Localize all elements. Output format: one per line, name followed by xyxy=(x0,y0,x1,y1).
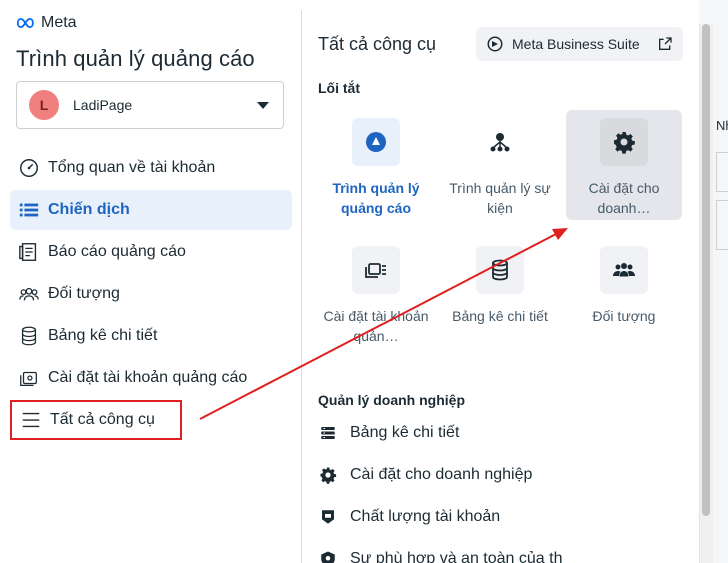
list-icon xyxy=(16,199,42,221)
sidebar-item-label: Tổng quan về tài khoản xyxy=(48,159,216,176)
sidebar-item-ad-account-settings[interactable]: Cài đặt tài khoản quảng cáo xyxy=(10,358,292,398)
safety-shield-icon xyxy=(318,549,338,563)
account-selector[interactable]: L LadiPage xyxy=(16,81,284,129)
sidebar-item-label: Cài đặt tài khoản quảng cáo xyxy=(48,369,248,386)
gear-icon xyxy=(600,118,648,166)
meta-logo[interactable]: Meta xyxy=(16,14,77,32)
list-item-label: Chất lượng tài khoản xyxy=(350,508,501,525)
gear-icon xyxy=(318,465,338,485)
billing-icon xyxy=(476,246,524,294)
ad-account-settings-icon xyxy=(352,246,400,294)
shortcut-business-settings[interactable]: Cài đặt cho doanh… xyxy=(566,110,682,220)
menu-icon xyxy=(18,409,44,431)
events-manager-icon xyxy=(476,118,524,166)
sidebar-nav: Tổng quan về tài khoản Chiến dịch Báo cá… xyxy=(10,148,292,442)
sidebar-item-all-tools[interactable]: Tất cả công cụ xyxy=(10,400,182,440)
business-suite-icon xyxy=(487,36,503,52)
shortcut-ad-account-settings[interactable]: Cài đặt tài khoản quản… xyxy=(318,238,434,348)
list-item-business-settings[interactable]: Cài đặt cho doanh nghiệp xyxy=(318,461,532,489)
billing-icon xyxy=(16,325,42,347)
meta-infinity-icon xyxy=(16,17,34,29)
shortcut-label: Đối tượng xyxy=(592,308,656,324)
list-item-label: Bảng kê chi tiết xyxy=(350,424,460,441)
sidebar-item-campaigns[interactable]: Chiến dịch xyxy=(10,190,292,230)
shortcut-label: Cài đặt tài khoản quản… xyxy=(323,308,429,344)
shortcut-label: Trình quản lý sự kiện xyxy=(449,180,551,216)
meta-business-suite-button[interactable]: Meta Business Suite xyxy=(476,27,683,61)
panel-title: Tất cả công cụ xyxy=(318,34,437,54)
sidebar-item-account-overview[interactable]: Tổng quan về tài khoản xyxy=(10,148,292,188)
panel-scrollbar-thumb[interactable] xyxy=(702,24,710,516)
shortcut-label: Trình quản lý quảng cáo xyxy=(332,180,420,216)
list-item-account-quality[interactable]: Chất lượng tài khoản xyxy=(318,503,500,531)
meta-business-suite-label: Meta Business Suite xyxy=(512,36,640,52)
page-title: Trình quản lý quảng cáo xyxy=(16,46,255,71)
shortcuts-heading: Lối tắt xyxy=(318,80,360,96)
shortcut-ads-manager[interactable]: Trình quản lý quảng cáo xyxy=(318,110,434,220)
sidebar-item-billing[interactable]: Bảng kê chi tiết xyxy=(10,316,292,356)
audience-icon xyxy=(16,283,42,305)
list-item-billing[interactable]: Bảng kê chi tiết xyxy=(318,419,459,447)
shortcut-label: Cài đặt cho doanh… xyxy=(588,180,660,216)
sidebar-item-label: Báo cáo quảng cáo xyxy=(48,243,186,260)
list-item-label: Cài đặt cho doanh nghiệp xyxy=(350,466,533,483)
ads-manager-icon xyxy=(352,118,400,166)
shield-icon xyxy=(318,507,338,527)
sidebar-item-label: Đối tượng xyxy=(48,285,120,302)
shortcut-billing[interactable]: Bảng kê chi tiết xyxy=(442,238,558,348)
report-icon xyxy=(16,241,42,263)
audience-icon xyxy=(600,246,648,294)
background-control-2 xyxy=(716,200,728,250)
list-item-label: Sự phù hợp và an toàn của th xyxy=(350,550,563,563)
business-management-heading: Quản lý doanh nghiệp xyxy=(318,392,465,408)
sidebar-item-audiences[interactable]: Đối tượng xyxy=(10,274,292,314)
sidebar-item-label: Tất cả công cụ xyxy=(50,411,155,428)
background-partial-text: Nh xyxy=(716,118,728,133)
shortcut-audiences[interactable]: Đối tượng xyxy=(566,238,682,348)
billing-icon xyxy=(318,423,338,443)
ad-account-settings-icon xyxy=(16,367,42,389)
shortcut-events-manager[interactable]: Trình quản lý sự kiện xyxy=(442,110,558,220)
list-item-brand-safety[interactable]: Sự phù hợp và an toàn của th xyxy=(318,545,562,563)
sidebar-item-ad-reports[interactable]: Báo cáo quảng cáo xyxy=(10,232,292,272)
meta-logo-text: Meta xyxy=(41,14,77,31)
avatar: L xyxy=(29,90,59,120)
sidebar-item-label: Bảng kê chi tiết xyxy=(48,327,158,344)
external-link-icon xyxy=(659,37,672,50)
caret-down-icon xyxy=(257,102,269,109)
shortcut-label: Bảng kê chi tiết xyxy=(452,308,548,324)
background-control xyxy=(716,152,728,192)
gauge-icon xyxy=(16,157,42,179)
sidebar: Meta Trình quản lý quảng cáo L LadiPage … xyxy=(0,0,300,563)
sidebar-item-label: Chiến dịch xyxy=(48,201,130,218)
account-name: LadiPage xyxy=(73,97,133,113)
all-tools-panel: Tất cả công cụ Meta Business Suite Lối t… xyxy=(301,10,699,563)
